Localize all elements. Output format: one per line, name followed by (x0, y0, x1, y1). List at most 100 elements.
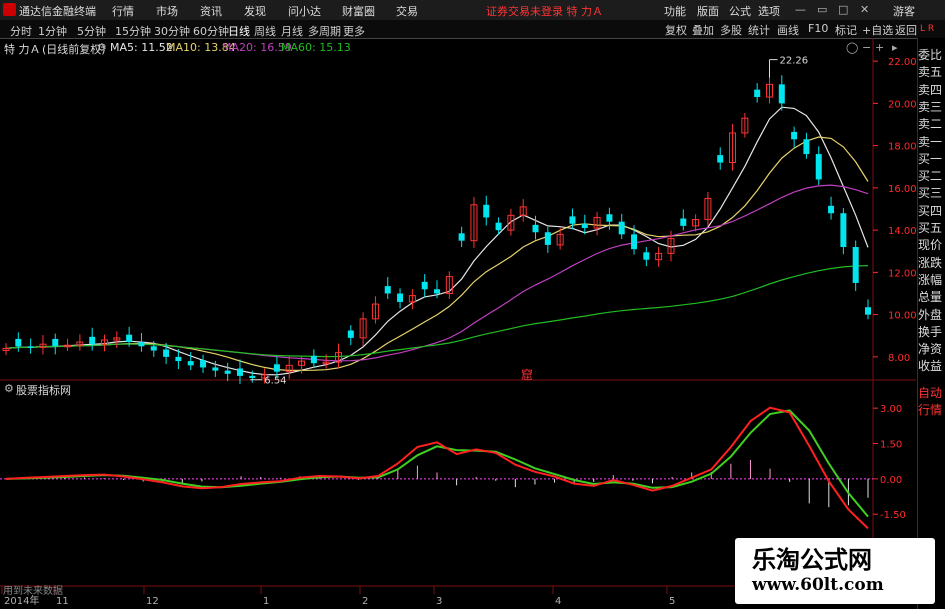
price-tick-label: 16.00 (888, 184, 917, 195)
macd-tick-label: -1.50 (880, 510, 906, 521)
draw-line-button[interactable]: 画线 (777, 22, 799, 38)
menu-wealth-circle[interactable]: 财富圈 (342, 3, 375, 19)
low-price-label: 6.54 (264, 376, 286, 387)
candle-body-down (815, 154, 822, 180)
menu-discover[interactable]: 发现 (244, 3, 266, 19)
candle-body-down (126, 334, 133, 343)
multi-stock-button[interactable]: 多股 (720, 22, 742, 38)
period-multi[interactable]: 多周期 (308, 23, 341, 39)
candle-body-down (384, 286, 391, 294)
candle-body-down (803, 139, 810, 155)
date-label: 12 (146, 596, 159, 607)
candle-body-down (754, 89, 761, 98)
period-weekly[interactable]: 周线 (254, 23, 276, 39)
candle-body-down (778, 84, 785, 104)
period-daily[interactable]: 日线 (228, 23, 250, 39)
period-60min[interactable]: 60分钟 (193, 23, 229, 39)
watermark-title: 乐淘公式网 (752, 545, 872, 574)
date-label: 2 (362, 596, 368, 607)
candle-body-down (618, 221, 625, 235)
close-icon[interactable]: ✕ (860, 3, 869, 16)
quote-panel-item[interactable]: 委比 (918, 48, 942, 62)
quote-panel-item[interactable]: 换手 (918, 325, 942, 339)
menu-function[interactable]: 功能 (664, 3, 686, 19)
period-30min[interactable]: 30分钟 (154, 23, 190, 39)
candle-body-down (495, 222, 502, 231)
overlay-button[interactable]: 叠加 (692, 22, 714, 38)
menu-market[interactable]: 市场 (156, 3, 178, 19)
quote-panel-item[interactable]: 卖二 (918, 117, 942, 131)
candle-body-down (397, 293, 404, 302)
quote-panel-item[interactable]: 买一 (918, 152, 942, 166)
menu-news[interactable]: 资讯 (200, 3, 222, 19)
adjust-button[interactable]: 复权 (665, 22, 687, 38)
candle-body-down (249, 375, 256, 378)
app-logo-icon (3, 3, 16, 16)
quote-panel-item[interactable]: 买四 (918, 204, 942, 218)
restore-icon[interactable]: ▭ (817, 3, 827, 16)
candle-body-down (27, 346, 34, 348)
quote-panel-item[interactable]: 涨幅 (918, 273, 942, 287)
indicator-gear-icon[interactable]: ⚙ (4, 382, 14, 395)
candle-body-down (175, 356, 182, 362)
menu-assistant[interactable]: 问小达 (288, 3, 321, 19)
date-label: 4 (555, 596, 561, 607)
price-tick-label: 10.00 (888, 311, 917, 322)
quote-panel-item[interactable]: 卖一 (918, 135, 942, 149)
quote-panel-item[interactable]: 卖三 (918, 100, 942, 114)
macd-tick-label: 1.50 (880, 440, 902, 451)
app-title: 通达信金融终端 (19, 5, 96, 18)
candle-body-down (791, 131, 798, 140)
panel-header-icon[interactable]: L R (920, 24, 934, 34)
quote-panel-item[interactable]: 卖四 (918, 83, 942, 97)
macd-tick-label: 0.00 (880, 475, 902, 486)
candle-body-down (150, 346, 157, 351)
period-monthly[interactable]: 月线 (281, 23, 303, 39)
menu-formula[interactable]: 公式 (729, 3, 751, 19)
user-label[interactable]: 游客 (893, 3, 915, 19)
add-watchlist-button[interactable]: +自选 (862, 22, 893, 38)
menu-trade[interactable]: 交易 (396, 3, 418, 19)
ma10-line (5, 136, 869, 371)
date-label: 5 (669, 596, 675, 607)
menu-market-quotes[interactable]: 行情 (112, 3, 134, 19)
quote-panel-item[interactable]: 现价 (918, 238, 942, 252)
quote-panel-item[interactable]: 买三 (918, 186, 942, 200)
f10-button[interactable]: F10 (808, 22, 828, 35)
minimize-icon[interactable]: — (795, 3, 806, 16)
macd-dif-line (5, 406, 869, 530)
price-tick-label: 14.00 (888, 226, 917, 237)
candle-body-down (89, 336, 96, 345)
date-label: 11 (56, 596, 69, 607)
quote-panel-item[interactable]: 买五 (918, 221, 942, 235)
period-more[interactable]: 更多 (343, 23, 365, 39)
price-tick-label: 12.00 (888, 268, 917, 279)
menu-layout[interactable]: 版面 (697, 3, 719, 19)
quote-panel-item[interactable]: 卖五 (918, 65, 942, 79)
candle-body-down (347, 330, 354, 338)
candle-body-down (483, 204, 490, 218)
candle-body-down (680, 218, 687, 226)
quote-panel-item[interactable]: 行情 (918, 403, 942, 417)
quote-panel-item[interactable]: 自动 (918, 386, 942, 400)
quote-panel-item[interactable]: 收益 (918, 359, 942, 373)
period-intraday[interactable]: 分时 (10, 23, 32, 39)
period-15min[interactable]: 15分钟 (115, 23, 151, 39)
stats-button[interactable]: 统计 (748, 22, 770, 38)
quote-panel-item[interactable]: 外盘 (918, 308, 942, 322)
candle-body-down (717, 155, 724, 163)
period-5min[interactable]: 5分钟 (77, 23, 106, 39)
quote-panel-item[interactable]: 总量 (918, 290, 942, 304)
candle-body-down (544, 232, 551, 245)
mark-button[interactable]: 标记 (835, 22, 857, 38)
maximize-icon[interactable]: □ (838, 3, 848, 16)
kline-chart[interactable]: 22.0020.0018.0016.0014.0012.0010.008.00 … (0, 38, 917, 609)
candle-body-down (458, 233, 465, 241)
back-button[interactable]: 返回 (895, 22, 917, 38)
quote-panel-item[interactable]: 涨跌 (918, 256, 942, 270)
period-1min[interactable]: 1分钟 (38, 23, 67, 39)
quote-panel-item[interactable]: 买二 (918, 169, 942, 183)
quote-panel-item[interactable]: 净资 (918, 342, 942, 356)
event-marker[interactable]: 窟 (521, 366, 533, 383)
menu-options[interactable]: 选项 (758, 3, 780, 19)
